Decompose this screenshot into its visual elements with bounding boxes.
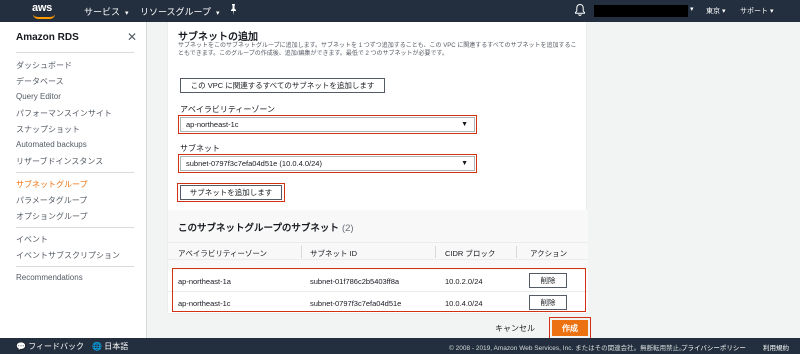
sidebar-divider — [16, 172, 134, 173]
pin-icon[interactable] — [229, 4, 238, 17]
sidebar-item-query-editor[interactable]: Query Editor — [16, 92, 61, 101]
add-subnet-button[interactable]: サブネットを追加します — [180, 185, 282, 200]
language-selector[interactable]: 🌐 日本語 — [92, 341, 128, 352]
support-menu[interactable]: サポート ▾ — [740, 6, 773, 16]
column-header-cidr: CIDR ブロック — [445, 249, 496, 258]
section-title: サブネットの追加 — [178, 32, 258, 43]
add-all-vpc-subnets-button[interactable]: この VPC に関連するすべてのサブネットを追加します — [180, 78, 385, 93]
chevron-down-icon[interactable]: ▾ — [690, 5, 694, 13]
add-subnets-panel: サブネットの追加 サブネットをこのサブネットグループに追加します。サブネットを … — [167, 22, 588, 314]
sidebar-item-option-groups[interactable]: オプショングループ — [16, 211, 88, 222]
chevron-down-icon: ▾ — [216, 10, 220, 17]
support-label: サポート — [740, 8, 768, 15]
services-menu[interactable]: サービス ▾ — [84, 5, 129, 18]
sidebar: Amazon RDS ✕ ダッシュボード データベース Query Editor… — [0, 22, 147, 338]
sidebar-item-subnet-groups[interactable]: サブネットグループ — [16, 179, 88, 190]
sidebar-item-automated-backups[interactable]: Automated backups — [16, 140, 87, 149]
availability-zone-select[interactable]: ap-northeast-1c ▼ — [180, 117, 475, 132]
availability-zone-label: アベイラビリティーゾーン — [180, 105, 275, 114]
aws-logo-text: aws — [32, 2, 52, 14]
account-menu[interactable] — [594, 5, 688, 17]
bell-icon[interactable] — [575, 3, 585, 16]
speech-bubble-icon: 💬 — [16, 342, 26, 351]
globe-icon: 🌐 — [92, 342, 102, 351]
subnet-select[interactable]: subnet-0797f3c7efa04d51e (10.0.4.0/24) ▼ — [180, 156, 475, 171]
subnet-value: subnet-0797f3c7efa04d51e (10.0.4.0/24) — [186, 159, 322, 168]
dropdown-arrow-icon: ▼ — [461, 160, 468, 167]
group-subnets-count: (2) — [341, 223, 354, 234]
feedback-link[interactable]: 💬 フィードバック — [16, 341, 84, 352]
close-icon[interactable]: ✕ — [127, 30, 137, 44]
sidebar-item-event-subscriptions[interactable]: イベントサブスクリプション — [16, 250, 120, 261]
resource-groups-menu[interactable]: リソースグループ ▾ — [140, 5, 220, 18]
column-separator — [301, 246, 302, 258]
chevron-down-icon: ▾ — [125, 10, 129, 17]
sidebar-item-parameter-groups[interactable]: パラメータグループ — [16, 195, 87, 206]
aws-smile-icon — [33, 14, 55, 19]
resource-groups-label: リソースグループ — [140, 7, 212, 17]
sidebar-item-databases[interactable]: データベース — [16, 76, 64, 87]
region-label: 東京 — [706, 8, 720, 15]
chevron-down-icon: ▾ — [721, 8, 726, 15]
top-navigation-bar: aws サービス ▾ リソースグループ ▾ ▾ 東京 ▾ サポート ▾ — [0, 0, 800, 22]
services-menu-label: サービス — [84, 7, 121, 17]
group-subnets-title: このサブネットグループのサブネット (2) — [178, 220, 354, 234]
sidebar-item-recommendations[interactable]: Recommendations — [16, 273, 83, 282]
sidebar-item-events[interactable]: イベント — [16, 234, 48, 245]
aws-logo[interactable]: aws — [30, 2, 60, 20]
create-button[interactable]: 作成 — [552, 320, 588, 336]
column-header-action: アクション — [530, 249, 568, 258]
sidebar-item-snapshots[interactable]: スナップショット — [16, 124, 80, 135]
footer-bar: 💬 フィードバック 🌐 日本語 © 2008 - 2019, Amazon We… — [0, 338, 800, 354]
dropdown-arrow-icon: ▼ — [461, 121, 468, 128]
privacy-policy-link[interactable]: プライバシーポリシー — [681, 342, 746, 352]
subnet-label: サブネット — [180, 144, 220, 153]
table-header: アベイラビリティーゾーン サブネット ID CIDR ブロック アクション — [168, 242, 588, 260]
chevron-down-icon: ▾ — [769, 8, 774, 15]
sidebar-divider — [16, 227, 134, 228]
column-header-az: アベイラビリティーゾーン — [178, 249, 268, 258]
copyright-text: © 2008 - 2019, Amazon Web Services, Inc.… — [449, 345, 686, 352]
language-label: 日本語 — [104, 342, 129, 351]
sidebar-divider — [16, 266, 134, 267]
highlight-frame — [172, 268, 586, 312]
sidebar-item-performance-insights[interactable]: パフォーマンスインサイト — [16, 108, 112, 119]
terms-link[interactable]: 利用規約 — [763, 342, 789, 352]
sidebar-item-reserved-instances[interactable]: リザーブドインスタンス — [16, 156, 103, 167]
group-subnets-title-text: このサブネットグループのサブネット — [178, 223, 339, 234]
feedback-label: フィードバック — [28, 342, 85, 351]
column-separator — [516, 246, 517, 258]
sidebar-divider — [16, 52, 134, 53]
sidebar-title: Amazon RDS — [16, 32, 79, 43]
sidebar-item-dashboard[interactable]: ダッシュボード — [16, 60, 72, 71]
column-header-subnet-id: サブネット ID — [310, 249, 358, 258]
availability-zone-value: ap-northeast-1c — [186, 120, 239, 129]
cancel-button[interactable]: キャンセル — [495, 323, 535, 334]
region-menu[interactable]: 東京 ▾ — [706, 6, 725, 16]
section-description: サブネットをこのサブネットグループに追加します。サブネットを 1 つずつ追加する… — [178, 43, 577, 57]
column-separator — [435, 246, 436, 258]
